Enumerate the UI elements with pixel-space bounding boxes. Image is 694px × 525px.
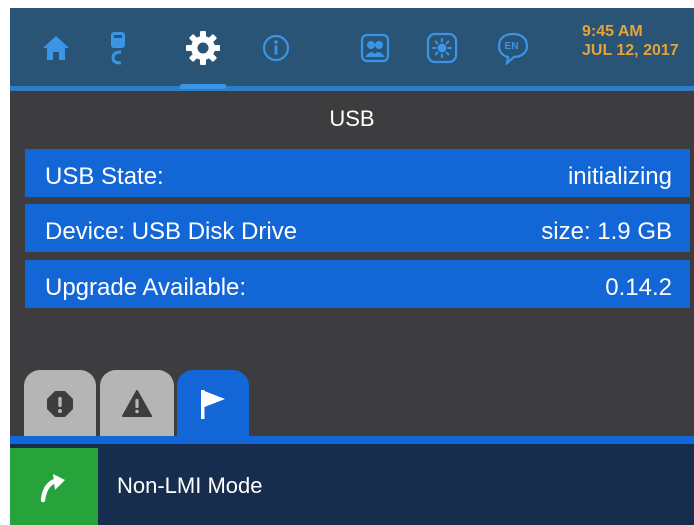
warning-triangle-icon	[122, 390, 152, 417]
home-icon[interactable]	[36, 28, 76, 68]
flag-icon	[201, 390, 225, 419]
row-label: Upgrade Available:	[45, 274, 247, 301]
row-label: USB State:	[45, 163, 164, 190]
device-screen: EN 9:45 AM JUL 12, 2017 USB USB State: i…	[10, 8, 694, 525]
curved-arrow-icon	[40, 473, 65, 502]
device-row: Device: USB Disk Drive size: 1.9 GB	[25, 204, 690, 252]
tab-strip	[10, 436, 694, 444]
time-text: 9:45 AM	[582, 23, 643, 40]
brightness-icon[interactable]	[422, 28, 462, 68]
row-value: 0.14.2	[605, 274, 672, 301]
row-value: initializing	[567, 163, 672, 190]
row-value: size: 1.9 GB	[541, 218, 672, 245]
status-bar	[10, 444, 694, 525]
tab-warnings[interactable]	[100, 370, 174, 438]
probe-icon[interactable]	[98, 28, 138, 68]
active-tab-indicator	[180, 84, 226, 89]
tab-notifications[interactable]	[177, 370, 249, 438]
top-nav-bar: EN 9:45 AM JUL 12, 2017	[10, 8, 694, 86]
users-icon[interactable]	[355, 28, 395, 68]
row-label: Device: USB Disk Drive	[45, 218, 298, 245]
language-label: EN	[504, 41, 519, 52]
mode-label: Non-LMI Mode	[117, 473, 263, 498]
usb-state-row: USB State: initializing	[25, 149, 690, 197]
alert-circle-icon	[47, 391, 73, 417]
language-icon[interactable]: EN	[493, 28, 533, 68]
topbar-divider	[10, 86, 694, 91]
tab-errors[interactable]	[24, 370, 96, 438]
info-icon[interactable]	[256, 28, 296, 68]
upgrade-row[interactable]: Upgrade Available: 0.14.2	[25, 260, 690, 308]
gear-icon[interactable]	[183, 28, 223, 68]
page-title: USB	[329, 106, 375, 131]
mode-indicator[interactable]	[10, 448, 98, 525]
datetime: 9:45 AM JUL 12, 2017	[582, 22, 694, 60]
date-text: JUL 12, 2017	[582, 42, 679, 59]
